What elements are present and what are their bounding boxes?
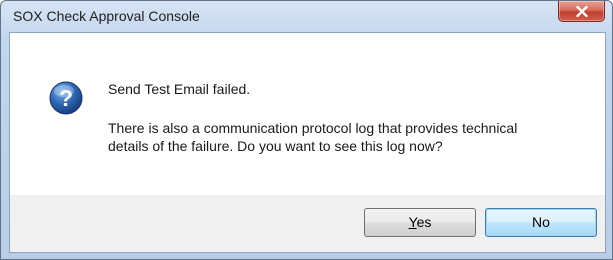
close-button[interactable] bbox=[558, 1, 605, 22]
dialog-window: SOX Check Approval Console ? Send Test E… bbox=[0, 0, 613, 260]
title-bar[interactable]: SOX Check Approval Console bbox=[1, 1, 612, 31]
yes-label-rest: es bbox=[416, 214, 432, 230]
no-button[interactable]: No bbox=[485, 208, 597, 237]
message-body-line-1: There is also a communication protocol l… bbox=[108, 120, 518, 136]
dialog-client-area: ? Send Test Email failed. There is also … bbox=[9, 32, 606, 253]
message-body-line-2: details of the failure. Do you want to s… bbox=[108, 138, 443, 154]
message-area: ? Send Test Email failed. There is also … bbox=[10, 33, 605, 195]
question-icon: ? bbox=[49, 81, 83, 115]
message-heading: Send Test Email failed. bbox=[108, 81, 251, 97]
yes-mnemonic: Y bbox=[408, 214, 417, 230]
svg-text:?: ? bbox=[59, 85, 73, 111]
window-title: SOX Check Approval Console bbox=[13, 8, 200, 24]
close-icon bbox=[576, 6, 588, 17]
yes-button[interactable]: Yes bbox=[364, 208, 476, 237]
